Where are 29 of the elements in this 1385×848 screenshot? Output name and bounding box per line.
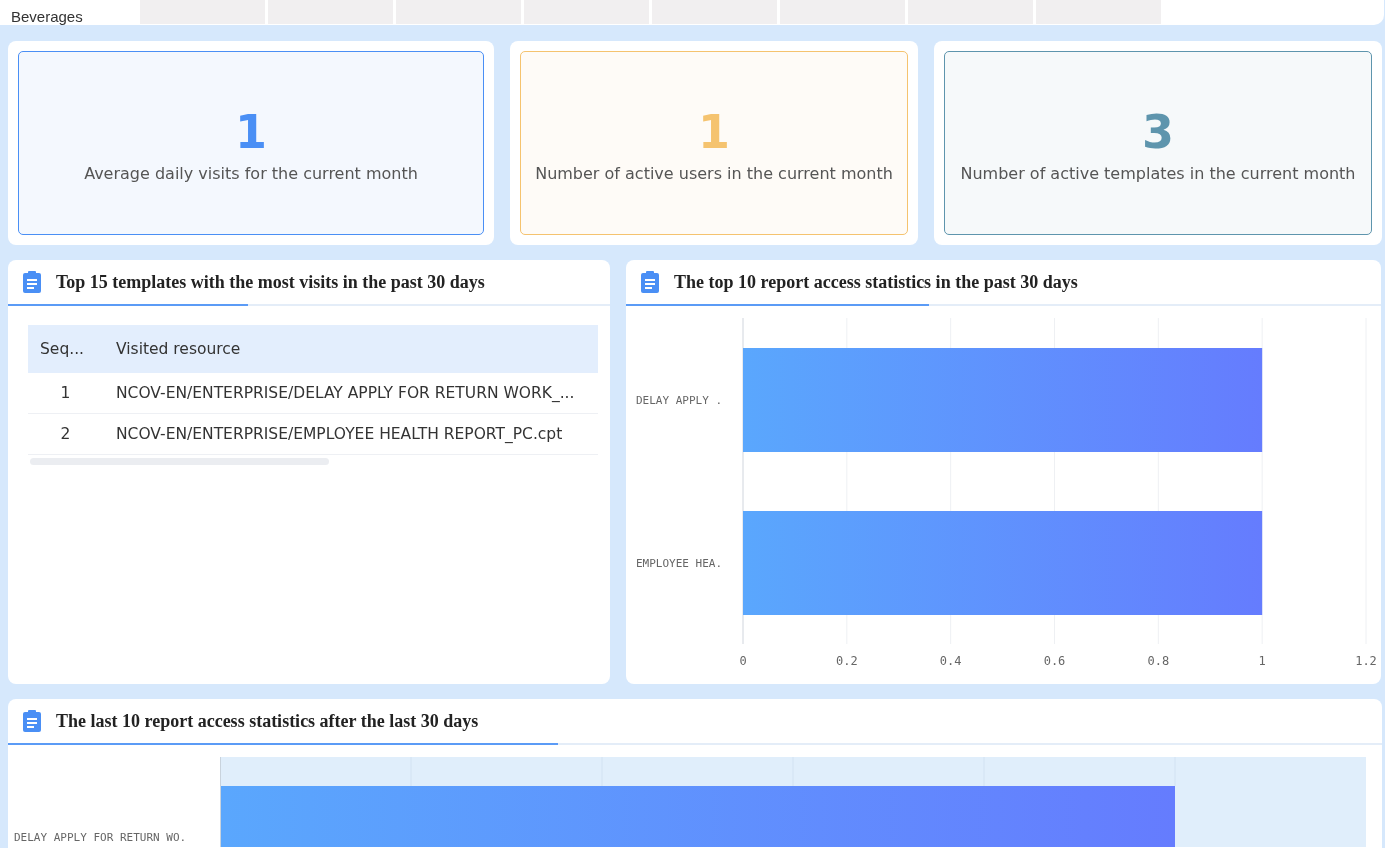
- panel-title: The top 10 report access statistics in the past 30 days: [674, 271, 1078, 293]
- axis-tick-label: 0: [739, 654, 747, 668]
- stat-value: 3: [1142, 107, 1174, 158]
- axis-tick-label: 0.4: [939, 654, 962, 668]
- stat-value: 1: [235, 107, 267, 158]
- axis-tick-label: 0.2: [836, 654, 858, 668]
- stat-label: Average daily visits for the current month: [84, 163, 418, 183]
- clipboard-icon: [22, 270, 42, 294]
- axis-tick-label: 0.8: [1147, 654, 1170, 668]
- axis-tick-label: 1.2: [1355, 654, 1377, 668]
- clipboard-icon: [640, 270, 660, 294]
- clipboard-icon: [22, 709, 42, 733]
- axis-tick-label: 0.6: [1043, 654, 1066, 668]
- stat-value: 1: [698, 107, 730, 158]
- axis-tick-label: 1: [1258, 654, 1266, 668]
- table-cell-text: Beverages: [10, 7, 84, 25]
- axis-label: DELAY APPLY .: [636, 394, 723, 407]
- panel-title: The last 10 report access statistics after the last 30 days: [56, 710, 479, 732]
- column-header: Visited resource: [115, 340, 241, 358]
- stat-label: Number of active templates in the current month: [960, 163, 1356, 183]
- table-cell-text: NCOV-EN/ENTERPRISE/DELAY APPLY FOR RETURN WORK_...: [115, 384, 575, 402]
- stat-label: Number of active users in the current month: [535, 163, 893, 183]
- table-cell-text: NCOV-EN/ENTERPRISE/EMPLOYEE HEALTH REPORT_PC.cpt: [115, 425, 563, 443]
- table-cell-text: 2: [59, 425, 72, 443]
- column-header: Seq...: [39, 340, 85, 358]
- axis-label: EMPLOYEE HEA.: [636, 557, 723, 570]
- table-cell-text: 1: [59, 384, 72, 402]
- panel-title: Top 15 templates with the most visits in the past 30 days: [56, 271, 485, 293]
- axis-label: DELAY APPLY FOR RETURN WO.: [14, 831, 187, 844]
